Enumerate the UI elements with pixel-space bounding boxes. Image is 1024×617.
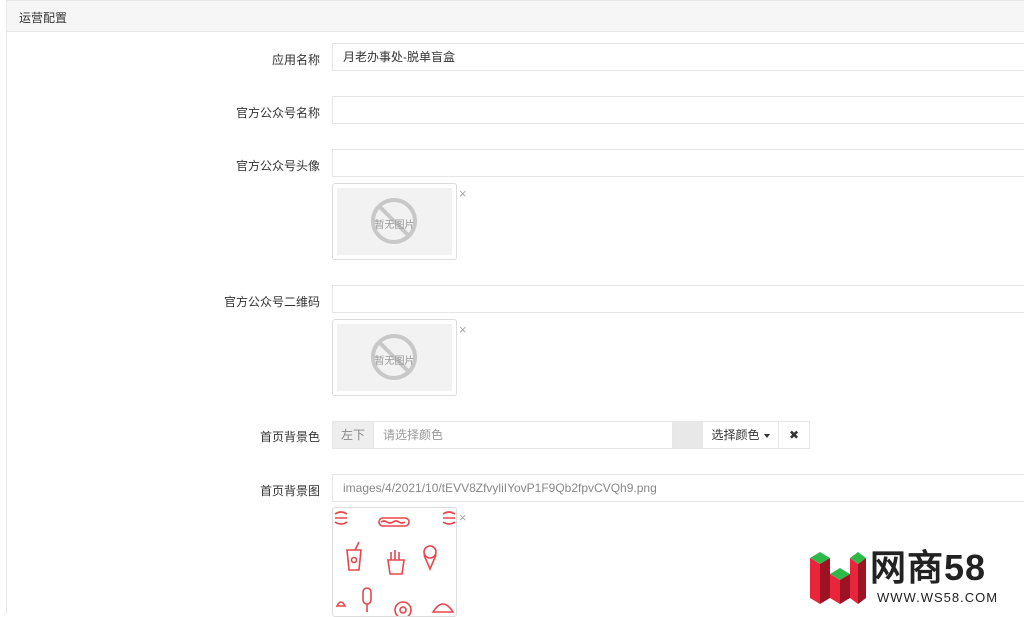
bg-image-preview	[332, 507, 457, 617]
no-image-text: 暂无图片	[374, 220, 415, 231]
remove-bg-image-icon[interactable]: ×	[459, 511, 467, 524]
remove-qrcode-icon[interactable]: ×	[459, 323, 467, 336]
watermark-brand: 网商58	[870, 547, 987, 588]
home-bg-color-label: 首页背景色	[259, 430, 320, 444]
official-avatar-label: 官方公众号头像	[235, 159, 320, 173]
remove-avatar-icon[interactable]: ×	[459, 187, 467, 200]
pick-color-button[interactable]: 选择颜色	[702, 421, 779, 449]
official-name-input[interactable]	[332, 96, 1024, 124]
official-avatar-input[interactable]	[332, 149, 1024, 177]
color-swatch	[673, 421, 702, 449]
app-name-input[interactable]: 月老办事处-脱单盲盒	[332, 43, 1024, 71]
no-image-text: 暂无图片	[374, 356, 415, 367]
panel-heading: 运营配置	[7, 1, 1024, 32]
official-name-label: 官方公众号名称	[235, 106, 320, 120]
watermark-url: WWW.WS58.COM	[877, 590, 999, 605]
home-bg-image-input[interactable]: images/4/2021/10/tEVV8ZfvyliIYovP1F9Qb2f…	[332, 474, 1024, 502]
official-qrcode-input[interactable]	[332, 285, 1024, 313]
pick-color-label: 选择颜色	[711, 428, 760, 442]
app-name-label: 应用名称	[271, 53, 320, 67]
no-image-placeholder: 暂无图片	[337, 324, 452, 391]
avatar-preview: 暂无图片	[332, 183, 457, 260]
home-bg-image-label: 首页背景图	[259, 484, 320, 498]
clear-color-button[interactable]: ✖	[778, 421, 810, 449]
color-addon: 左下	[332, 421, 374, 449]
no-image-placeholder: 暂无图片	[337, 188, 452, 255]
caret-down-icon	[763, 433, 770, 438]
color-input[interactable]: 请选择颜色	[373, 421, 673, 449]
qrcode-preview: 暂无图片	[332, 319, 457, 396]
official-qrcode-label: 官方公众号二维码	[223, 295, 320, 309]
food-pattern-image	[334, 511, 456, 616]
panel-title: 运营配置	[19, 11, 68, 25]
